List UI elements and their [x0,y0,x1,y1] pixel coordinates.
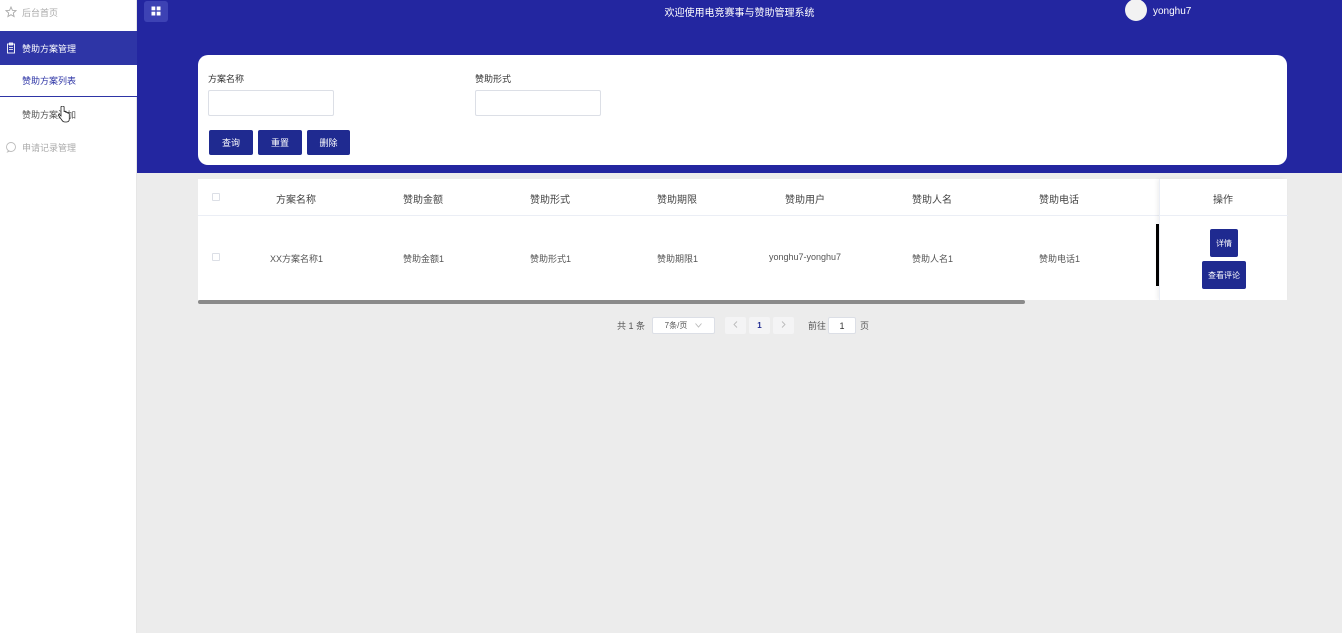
sidebar-item-home[interactable]: 后台首页 [0,0,137,24]
data-table: 方案名称 赞助金额 赞助形式 赞助期限 赞助用户 赞助人名 赞助电话 XX方案名… [198,179,1288,304]
column-header: 操作 [1213,195,1233,206]
avatar[interactable] [1125,0,1147,21]
header-divider [1160,215,1288,216]
table-cell: 赞助形式1 [530,254,572,264]
goto-label: 前往 [808,321,827,331]
sidebar-item-label: 后台首页 [22,7,59,18]
chevron-down-icon [695,321,703,330]
view-comments-button[interactable]: 查看评论 [1202,261,1246,289]
clipboard-icon [5,42,17,54]
column-header[interactable]: 赞助用户 [785,191,825,206]
column-header[interactable]: 赞助金额 [403,191,443,206]
chat-icon [5,141,17,153]
page-size-value: 7条/页 [664,321,688,330]
page-number-current[interactable]: 1 [749,317,770,334]
table-cell: 赞助人名1 [912,254,954,264]
delete-button[interactable]: 删除 [307,130,350,155]
sponsor-form-input[interactable] [475,90,601,116]
query-button[interactable]: 查询 [209,130,253,155]
table-cell: 赞助期限1 [657,254,699,264]
user-menu[interactable]: yonghu7 [1125,0,1191,22]
search-form: 方案名称 赞助形式 查询 重置 删除 [198,55,1287,165]
select-all-checkbox[interactable] [212,193,220,201]
page-size-select[interactable]: 7条/页 [652,317,715,334]
star-icon [5,6,17,18]
prev-page-button[interactable] [725,317,746,334]
table-cell: yonghu7-yonghu7 [769,252,842,262]
goto-page-input[interactable]: 1 [828,317,856,334]
next-page-button[interactable] [773,317,794,334]
column-header[interactable]: 方案名称 [276,191,316,206]
column-header[interactable]: 赞助人名 [912,191,952,206]
table-cell: XX方案名称1 [270,254,324,264]
sidebar-item-label: 赞助方案列表 [22,76,77,86]
operations-column: 操作 详情 查看评论 [1159,179,1288,300]
chevron-left-icon [733,321,738,330]
plan-name-label: 方案名称 [208,74,245,84]
column-header[interactable]: 赞助电话 [1039,191,1079,206]
column-header[interactable]: 赞助期限 [657,191,697,206]
row-checkbox[interactable] [212,253,220,261]
detail-button[interactable]: 详情 [1210,229,1238,257]
table-header-row: 方案名称 赞助金额 赞助形式 赞助期限 赞助用户 赞助人名 赞助电话 [198,179,1287,216]
mouse-cursor-icon [57,105,70,125]
chevron-right-icon [781,321,786,330]
sidebar: 后台首页 赞助方案管理 赞助方案列表 赞助方案添加 申请记录管理 [0,0,137,633]
sidebar-group-apply[interactable]: 申请记录管理 [0,131,137,163]
reset-button[interactable]: 重置 [258,130,302,155]
pagination-total: 共 1 条 [617,321,646,331]
table-cell: 赞助电话1 [1039,254,1081,264]
page-suffix: 页 [860,321,870,331]
table-cell: 赞助金额1 [403,254,445,264]
plan-name-input[interactable] [208,90,334,116]
sponsor-form-label: 赞助形式 [475,74,512,84]
column-header[interactable]: 赞助形式 [530,191,570,206]
sidebar-group-label: 申请记录管理 [22,142,77,153]
sidebar-group-label: 赞助方案管理 [22,43,77,54]
horizontal-scrollbar-thumb[interactable] [198,300,1025,304]
username: yonghu7 [1153,5,1192,17]
sidebar-group-plan[interactable]: 赞助方案管理 [0,31,137,65]
sidebar-item-plan-list[interactable]: 赞助方案列表 [0,65,137,97]
